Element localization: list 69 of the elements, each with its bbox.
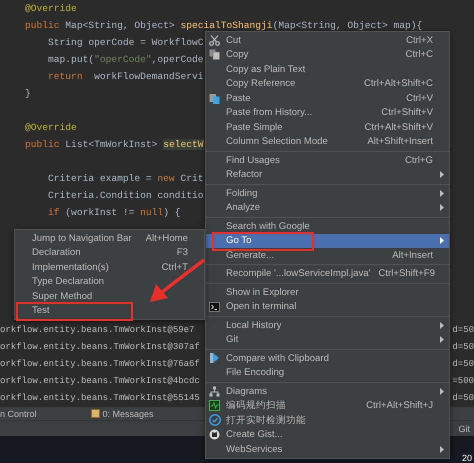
- code-line: return workFlowDemandServi: [47, 71, 204, 82]
- menu-item[interactable]: Declaration F3: [15, 246, 204, 260]
- menu-item[interactable]: Copy Ctrl+C: [206, 48, 449, 62]
- console-output: d=50: [452, 392, 474, 405]
- menu-item[interactable]: Column Selection Mode Alt+Shift+Insert: [206, 134, 449, 149]
- console-output: orkflow.entity.beans.TmWorkInst@76a6f: [0, 358, 200, 371]
- taskbar-date: 20: [462, 453, 472, 463]
- menu-item[interactable]: Create Gist...: [206, 428, 449, 442]
- menu-item[interactable]: Jump to Navigation Bar Alt+Home: [15, 231, 204, 246]
- menu-item[interactable]: Implementation(s) Ctrl+T: [15, 260, 204, 274]
- menu-item[interactable]: 打开实时检测功能: [206, 413, 449, 428]
- console-output: d=50: [452, 358, 474, 371]
- code-line: Criteria example = new Crit: [47, 173, 204, 184]
- code-line: @Override: [25, 3, 77, 14]
- code-line: Criteria.Condition conditio: [47, 190, 204, 201]
- menu-item[interactable]: 编码规约扫描 Ctrl+Alt+Shift+J: [206, 398, 449, 413]
- code-line: public List<TmWorkInst> selectW: [25, 139, 204, 150]
- tool-window-button[interactable]: n Control: [0, 408, 37, 418]
- menu-item[interactable]: Refactor: [206, 168, 449, 182]
- menu-item[interactable]: Paste from History... Ctrl+Shift+V: [206, 106, 449, 120]
- menu-item[interactable]: Folding: [206, 186, 449, 200]
- menu-item[interactable]: Copy as Plain Text: [206, 62, 449, 76]
- terminal-icon: [209, 302, 220, 312]
- code-line: String operCode = WorkflowC: [47, 37, 204, 48]
- console-output: orkflow.entity.beans.TmWorkInst@59e7: [0, 324, 194, 337]
- code-line: @Override: [25, 122, 77, 133]
- scan-icon: [209, 400, 220, 412]
- menu-item[interactable]: Test: [15, 304, 204, 318]
- menu-item[interactable]: Local History: [206, 318, 449, 332]
- menu-item[interactable]: Cut Ctrl+X: [206, 33, 449, 48]
- copy-icon: [209, 49, 220, 60]
- menu-item[interactable]: Paste Simple Ctrl+Alt+Shift+V: [206, 120, 449, 134]
- menu-item[interactable]: Search with Google: [206, 219, 449, 234]
- console-output: d=50: [452, 341, 474, 354]
- tool-window-button[interactable]: 0: Messages: [90, 408, 154, 418]
- hierarchy-icon: [209, 386, 220, 397]
- menu-item[interactable]: Find Usages Ctrl+G: [206, 153, 449, 168]
- pointer-arrow: [148, 258, 206, 304]
- console-output: d=50: [452, 324, 474, 337]
- cat-icon: [209, 429, 220, 440]
- git-status[interactable]: Git: [458, 424, 470, 434]
- menu-item[interactable]: File Encoding: [206, 366, 449, 380]
- messages-icon: [90, 409, 100, 418]
- console-output: =500: [452, 375, 474, 388]
- check-circle-icon: [209, 414, 221, 426]
- menu-item[interactable]: Analyze: [206, 200, 449, 215]
- menu-item[interactable]: Recompile '...lowServiceImpl.java' Ctrl+Shift+F9: [206, 266, 449, 281]
- menu-item[interactable]: Open in terminal: [206, 300, 449, 314]
- menu-item[interactable]: Git: [206, 332, 449, 347]
- compare-icon: [209, 352, 220, 364]
- menu-item[interactable]: Diagrams: [206, 384, 449, 398]
- code-line: map.put("operCode",operCode: [47, 54, 204, 65]
- code-line: }: [25, 88, 31, 99]
- menu-item[interactable]: Copy Reference Ctrl+Alt+Shift+C: [206, 76, 449, 91]
- paste-icon: [209, 92, 220, 104]
- menu-item[interactable]: Compare with Clipboard: [206, 351, 449, 366]
- menu-item[interactable]: Show in Explorer: [206, 285, 449, 300]
- menu-item[interactable]: Super Method: [15, 289, 204, 304]
- code-line: if (workInst != null) {: [47, 207, 180, 218]
- menu-item[interactable]: WebServices: [206, 442, 449, 456]
- menu-item[interactable]: Paste Ctrl+V: [206, 91, 449, 106]
- console-output: orkflow.entity.beans.TmWorkInst@55145: [0, 392, 200, 405]
- menu-item[interactable]: Type Declaration: [15, 274, 204, 289]
- scissors-icon: [209, 34, 220, 46]
- code-line: public Map<String, Object> specialToShangji(Map<String, Object> map){: [25, 20, 422, 31]
- menu-item[interactable]: Generate... Alt+Insert: [206, 248, 449, 262]
- console-output: orkflow.entity.beans.TmWorkInst@307af: [0, 341, 200, 354]
- menu-item[interactable]: Go To: [206, 234, 449, 248]
- console-output: orkflow.entity.beans.TmWorkInst@4bcdc: [0, 375, 200, 388]
